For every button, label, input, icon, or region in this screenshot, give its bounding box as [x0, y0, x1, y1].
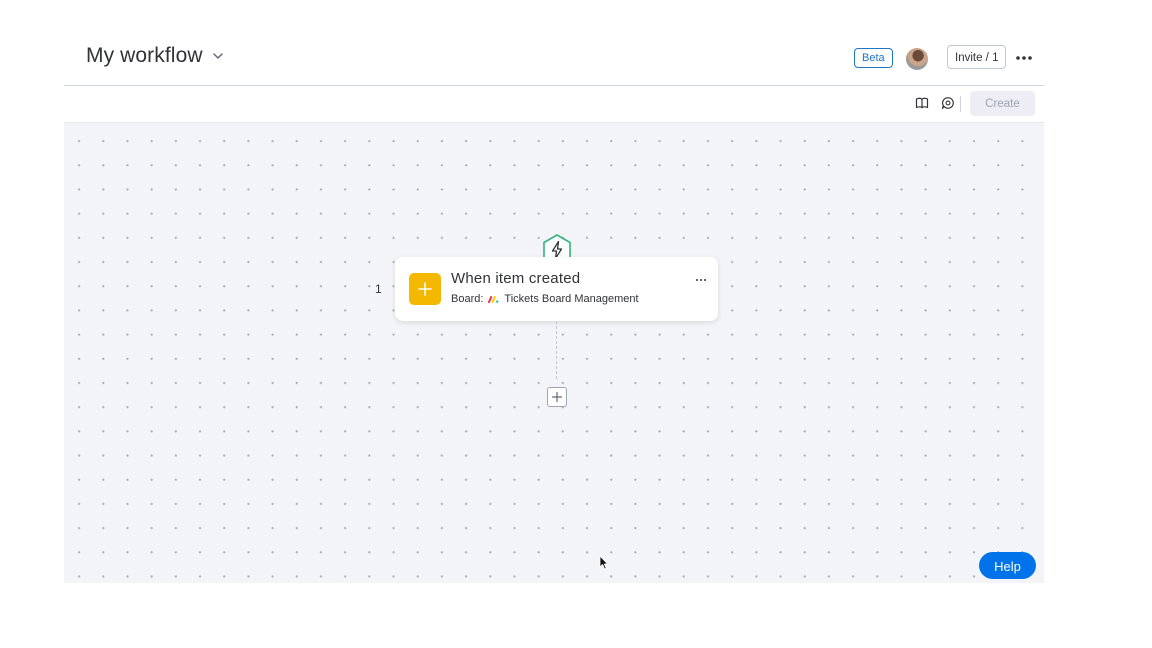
plus-icon: [409, 273, 441, 305]
avatar[interactable]: [906, 48, 928, 70]
board-label: Board:: [451, 293, 484, 305]
trigger-card[interactable]: When item created Board: Tickets Board M…: [395, 257, 718, 321]
more-options-icon[interactable]: [1014, 50, 1034, 66]
beta-badge: Beta: [854, 48, 893, 68]
workflow-title-dropdown[interactable]: My workflow: [86, 44, 225, 68]
mouse-cursor-icon: [599, 555, 608, 570]
trigger-title: When item created: [451, 270, 581, 287]
trigger-board-info: Board: Tickets Board Management: [451, 293, 639, 305]
step-number: 1: [375, 282, 382, 296]
card-more-options-icon[interactable]: [695, 275, 707, 285]
book-icon[interactable]: [915, 96, 929, 110]
chevron-down-icon: [212, 53, 223, 59]
workflow-canvas[interactable]: 1 When item created Board: Tickets Board…: [64, 123, 1044, 583]
chat-icon[interactable]: [941, 96, 955, 110]
add-step-button[interactable]: [547, 387, 567, 407]
monday-logo-icon: [488, 296, 499, 303]
help-button[interactable]: Help: [979, 552, 1036, 579]
toolbar-divider: [960, 96, 961, 112]
plus-icon: [551, 391, 563, 403]
workflow-toolbar: Create: [64, 86, 1044, 123]
board-name: Tickets Board Management: [504, 293, 639, 305]
page-title: My workflow: [86, 44, 203, 67]
workflow-header: My workflow Beta Invite / 1: [64, 0, 1044, 86]
create-button[interactable]: Create: [970, 91, 1035, 116]
connector-line: [556, 321, 557, 379]
invite-button[interactable]: Invite / 1: [947, 45, 1007, 69]
